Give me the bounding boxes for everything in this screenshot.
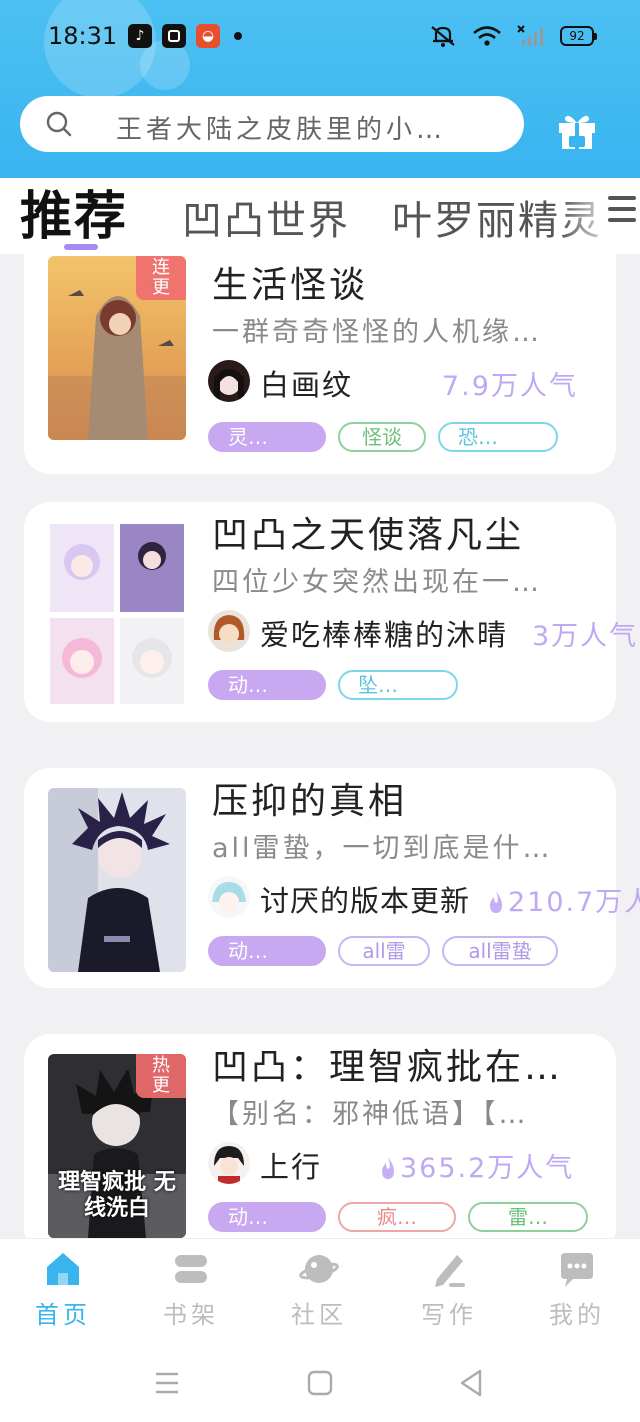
tab-recommend[interactable]: 推荐 (20, 178, 128, 249)
tab-active-indicator (64, 244, 98, 250)
nav-bookshelf[interactable]: 书架 (146, 1249, 236, 1330)
book-cover[interactable]: 连更 (48, 256, 186, 440)
nav-label: 书架 (163, 1301, 219, 1329)
planet-icon (299, 1255, 339, 1283)
chat-bubble-icon (561, 1253, 593, 1287)
cover-illustration (48, 788, 186, 972)
book-description: 一群奇奇怪怪的人机缘… (212, 317, 542, 348)
status-app-icons: ♪ ◒ (128, 24, 242, 48)
author-avatar[interactable] (208, 610, 250, 652)
author-avatar[interactable] (208, 360, 250, 402)
book-card[interactable]: 理智疯批 无线洗白 热更 凹凸：理智疯批在… 【别名：邪神低语】【… 上行 36… (24, 1034, 616, 1238)
update-badge: 热更 (136, 1054, 186, 1098)
tag[interactable]: 动… (208, 1202, 326, 1232)
tag[interactable]: 动… (208, 670, 326, 700)
wifi-icon (473, 26, 501, 46)
book-title[interactable]: 压抑的真相 (212, 772, 407, 824)
cover-illustration (48, 522, 186, 706)
nav-label: 我的 (549, 1301, 605, 1329)
popularity-count: 365.2万人气 (380, 1146, 574, 1185)
tag[interactable]: 恐… (438, 422, 558, 452)
search-input[interactable]: 王者大陆之皮肤里的小… (20, 96, 524, 152)
nav-label: 首页 (35, 1301, 91, 1329)
nav-label: 社区 (291, 1301, 347, 1329)
book-description: 四位少女突然出现在一… (212, 567, 542, 598)
book-title[interactable]: 生活怪谈 (212, 256, 368, 308)
bottom-navigation: 首页 书架 社区 写作 我的 (0, 1238, 640, 1342)
bookshelf-icon (175, 1255, 207, 1283)
tag[interactable]: 雷… (468, 1202, 588, 1232)
book-cover[interactable] (48, 788, 186, 972)
notification-dot (234, 32, 242, 40)
system-navigation-bar (0, 1342, 640, 1422)
status-time: 18:31 (48, 22, 118, 50)
book-cover[interactable] (48, 522, 186, 706)
book-cover[interactable]: 理智疯批 无线洗白 热更 (48, 1054, 186, 1238)
app-header: 18:31 ♪ ◒ 92 王者大陆之皮肤里的小… (0, 0, 640, 178)
flame-icon (382, 1157, 394, 1179)
nav-write[interactable]: 写作 (404, 1249, 494, 1330)
check-in-gift-icon[interactable] (556, 110, 598, 150)
book-feed: 连更 生活怪谈 一群奇奇怪怪的人机缘… 白画纹 7.9万人气 灵… 怪谈 恐… (0, 254, 640, 1238)
category-tabs: 推荐 凹凸世界 叶罗丽精灵 (0, 178, 640, 254)
tag[interactable]: 怪谈 (338, 422, 426, 452)
battery-indicator: 92 (560, 26, 597, 46)
nav-profile[interactable]: 我的 (532, 1249, 622, 1330)
author-name[interactable]: 白画纹 (260, 362, 353, 404)
nav-home[interactable]: 首页 (18, 1249, 108, 1330)
book-card[interactable]: 压抑的真相 all雷蛰，一切到底是什… 讨厌的版本更新 210.7万人 动… a… (24, 768, 640, 988)
home-button-icon[interactable] (303, 1366, 337, 1400)
tiktok-icon: ♪ (128, 24, 152, 48)
tag[interactable]: 动… (208, 936, 326, 966)
back-icon[interactable] (454, 1366, 488, 1400)
search-icon (46, 111, 72, 137)
search-placeholder: 王者大陆之皮肤里的小… (116, 115, 447, 145)
signal-icon (517, 25, 543, 46)
category-menu-icon[interactable] (608, 196, 636, 226)
video-app-icon (162, 24, 186, 48)
nav-community[interactable]: 社区 (274, 1249, 364, 1330)
popularity-value: 210.7万人 (508, 887, 640, 918)
tag[interactable]: 疯… (338, 1202, 456, 1232)
popularity-count: 7.9万人气 (442, 371, 578, 402)
status-bar: 18:31 ♪ ◒ 92 (0, 0, 640, 75)
book-description: 【别名：邪神低语】【… (212, 1099, 529, 1130)
pen-icon (435, 1255, 465, 1287)
mute-bell-icon (431, 26, 455, 47)
home-icon (47, 1253, 79, 1285)
author-name[interactable]: 讨厌的版本更新 (260, 878, 470, 920)
book-card[interactable]: 连更 生活怪谈 一群奇奇怪怪的人机缘… 白画纹 7.9万人气 灵… 怪谈 恐… (24, 254, 616, 474)
tab-aotu-world[interactable]: 凹凸世界 (182, 188, 350, 246)
tag[interactable]: all雷 (338, 936, 430, 966)
book-title[interactable]: 凹凸：理智疯批在… (212, 1038, 563, 1090)
author-avatar[interactable] (208, 876, 250, 918)
popularity-value: 365.2万人气 (400, 1153, 575, 1184)
tag[interactable]: 灵… (208, 422, 326, 452)
popularity-count: 3万人气 (532, 621, 639, 652)
book-card[interactable]: 凹凸之天使落凡尘 四位少女突然出现在一… 爱吃棒棒糖的沐晴 3万人气 动… 坠… (24, 502, 636, 722)
cover-title-text: 理智疯批 无线洗白 (58, 1170, 176, 1221)
shopping-app-icon: ◒ (196, 24, 220, 48)
author-avatar[interactable] (208, 1142, 250, 1184)
author-name[interactable]: 爱吃棒棒糖的沐晴 (260, 612, 508, 654)
recent-apps-icon[interactable] (150, 1366, 184, 1400)
update-badge: 连更 (136, 256, 186, 300)
tag[interactable]: all雷蛰 (442, 936, 558, 966)
flame-icon (490, 891, 502, 913)
author-name[interactable]: 上行 (260, 1144, 322, 1186)
book-description: all雷蛰，一切到底是什… (212, 833, 553, 864)
popularity-count: 210.7万人 (488, 880, 640, 919)
tag[interactable]: 坠… (338, 670, 458, 700)
nav-label: 写作 (421, 1301, 477, 1329)
status-system-icons: 92 (428, 24, 597, 48)
book-title[interactable]: 凹凸之天使落凡尘 (212, 506, 524, 558)
